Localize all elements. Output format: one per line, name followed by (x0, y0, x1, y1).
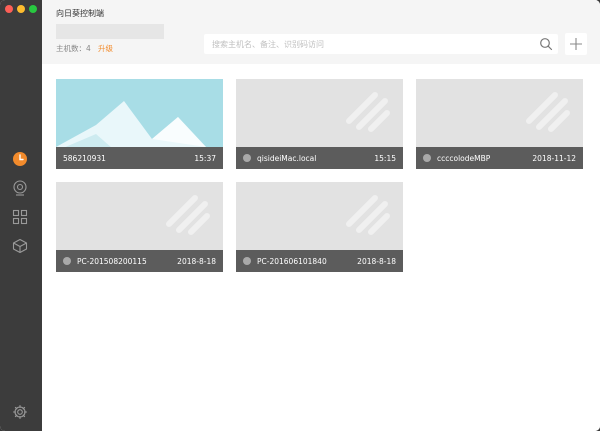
host-last-seen: 2018-11-12 (532, 153, 576, 163)
host-name: PC-201508200115 (77, 256, 147, 266)
app-window: 向日葵控制端 主机数：4 升级 搜索主机名、备注、识别码访问 586210931… (0, 0, 600, 431)
upgrade-link[interactable]: 升级 (98, 43, 113, 54)
zoom-window-button[interactable] (29, 5, 37, 13)
sidebar (0, 0, 42, 431)
host-last-seen: 15:37 (194, 153, 216, 163)
offline-status-dot (63, 257, 71, 265)
main-content: 向日葵控制端 主机数：4 升级 搜索主机名、备注、识别码访问 586210931… (42, 0, 600, 431)
apps-grid-icon (12, 209, 28, 225)
account-name-placeholder (56, 24, 164, 39)
plus-icon (570, 38, 582, 50)
remote-control-icon (13, 180, 27, 196)
host-card-bar: qisideiMac.local 15:15 (236, 147, 403, 169)
search-input[interactable] (204, 34, 534, 54)
host-card[interactable]: 586210931 15:37 (56, 79, 223, 169)
sidebar-item-remote[interactable] (11, 179, 29, 197)
no-preview-icon (166, 195, 210, 235)
no-preview-icon (526, 92, 570, 132)
host-card[interactable]: qisideiMac.local 15:15 (236, 79, 403, 169)
add-host-button[interactable] (565, 33, 587, 55)
host-card-bar: PC-201606101840 2018-8-18 (236, 250, 403, 272)
host-last-seen: 15:15 (374, 153, 396, 163)
clock-icon (13, 152, 27, 166)
host-card[interactable]: ccccolodeMBP 2018-11-12 (416, 79, 583, 169)
cube-icon (12, 238, 28, 254)
host-last-seen: 2018-8-18 (357, 256, 396, 266)
no-preview-icon (346, 92, 390, 132)
sidebar-item-recent[interactable] (11, 150, 29, 168)
host-card[interactable]: PC-201606101840 2018-8-18 (236, 182, 403, 272)
search-box (204, 34, 558, 54)
sidebar-item-apps[interactable] (11, 208, 29, 226)
host-card-bar: 586210931 15:37 (56, 147, 223, 169)
app-title: 向日葵控制端 (56, 9, 104, 18)
host-card-bar: PC-201508200115 2018-8-18 (56, 250, 223, 272)
host-name: PC-201606101840 (257, 256, 327, 266)
host-count: 主机数：4 (56, 44, 91, 53)
close-window-button[interactable] (5, 5, 13, 13)
no-preview-icon (346, 195, 390, 235)
offline-status-dot (243, 257, 251, 265)
host-name: 586210931 (63, 153, 106, 163)
offline-status-dot (423, 154, 431, 162)
sidebar-item-devices[interactable] (11, 237, 29, 255)
sidebar-item-settings[interactable] (11, 403, 29, 421)
host-last-seen: 2018-8-18 (177, 256, 216, 266)
settings-gear-icon (12, 404, 28, 420)
host-card-bar: ccccolodeMBP 2018-11-12 (416, 147, 583, 169)
host-name: qisideiMac.local (257, 153, 317, 163)
minimize-window-button[interactable] (17, 5, 25, 13)
search-icon[interactable] (539, 37, 553, 51)
host-name: ccccolodeMBP (437, 153, 491, 163)
header: 向日葵控制端 主机数：4 升级 (42, 0, 600, 64)
offline-status-dot (243, 154, 251, 162)
host-card[interactable]: PC-201508200115 2018-8-18 (56, 182, 223, 272)
